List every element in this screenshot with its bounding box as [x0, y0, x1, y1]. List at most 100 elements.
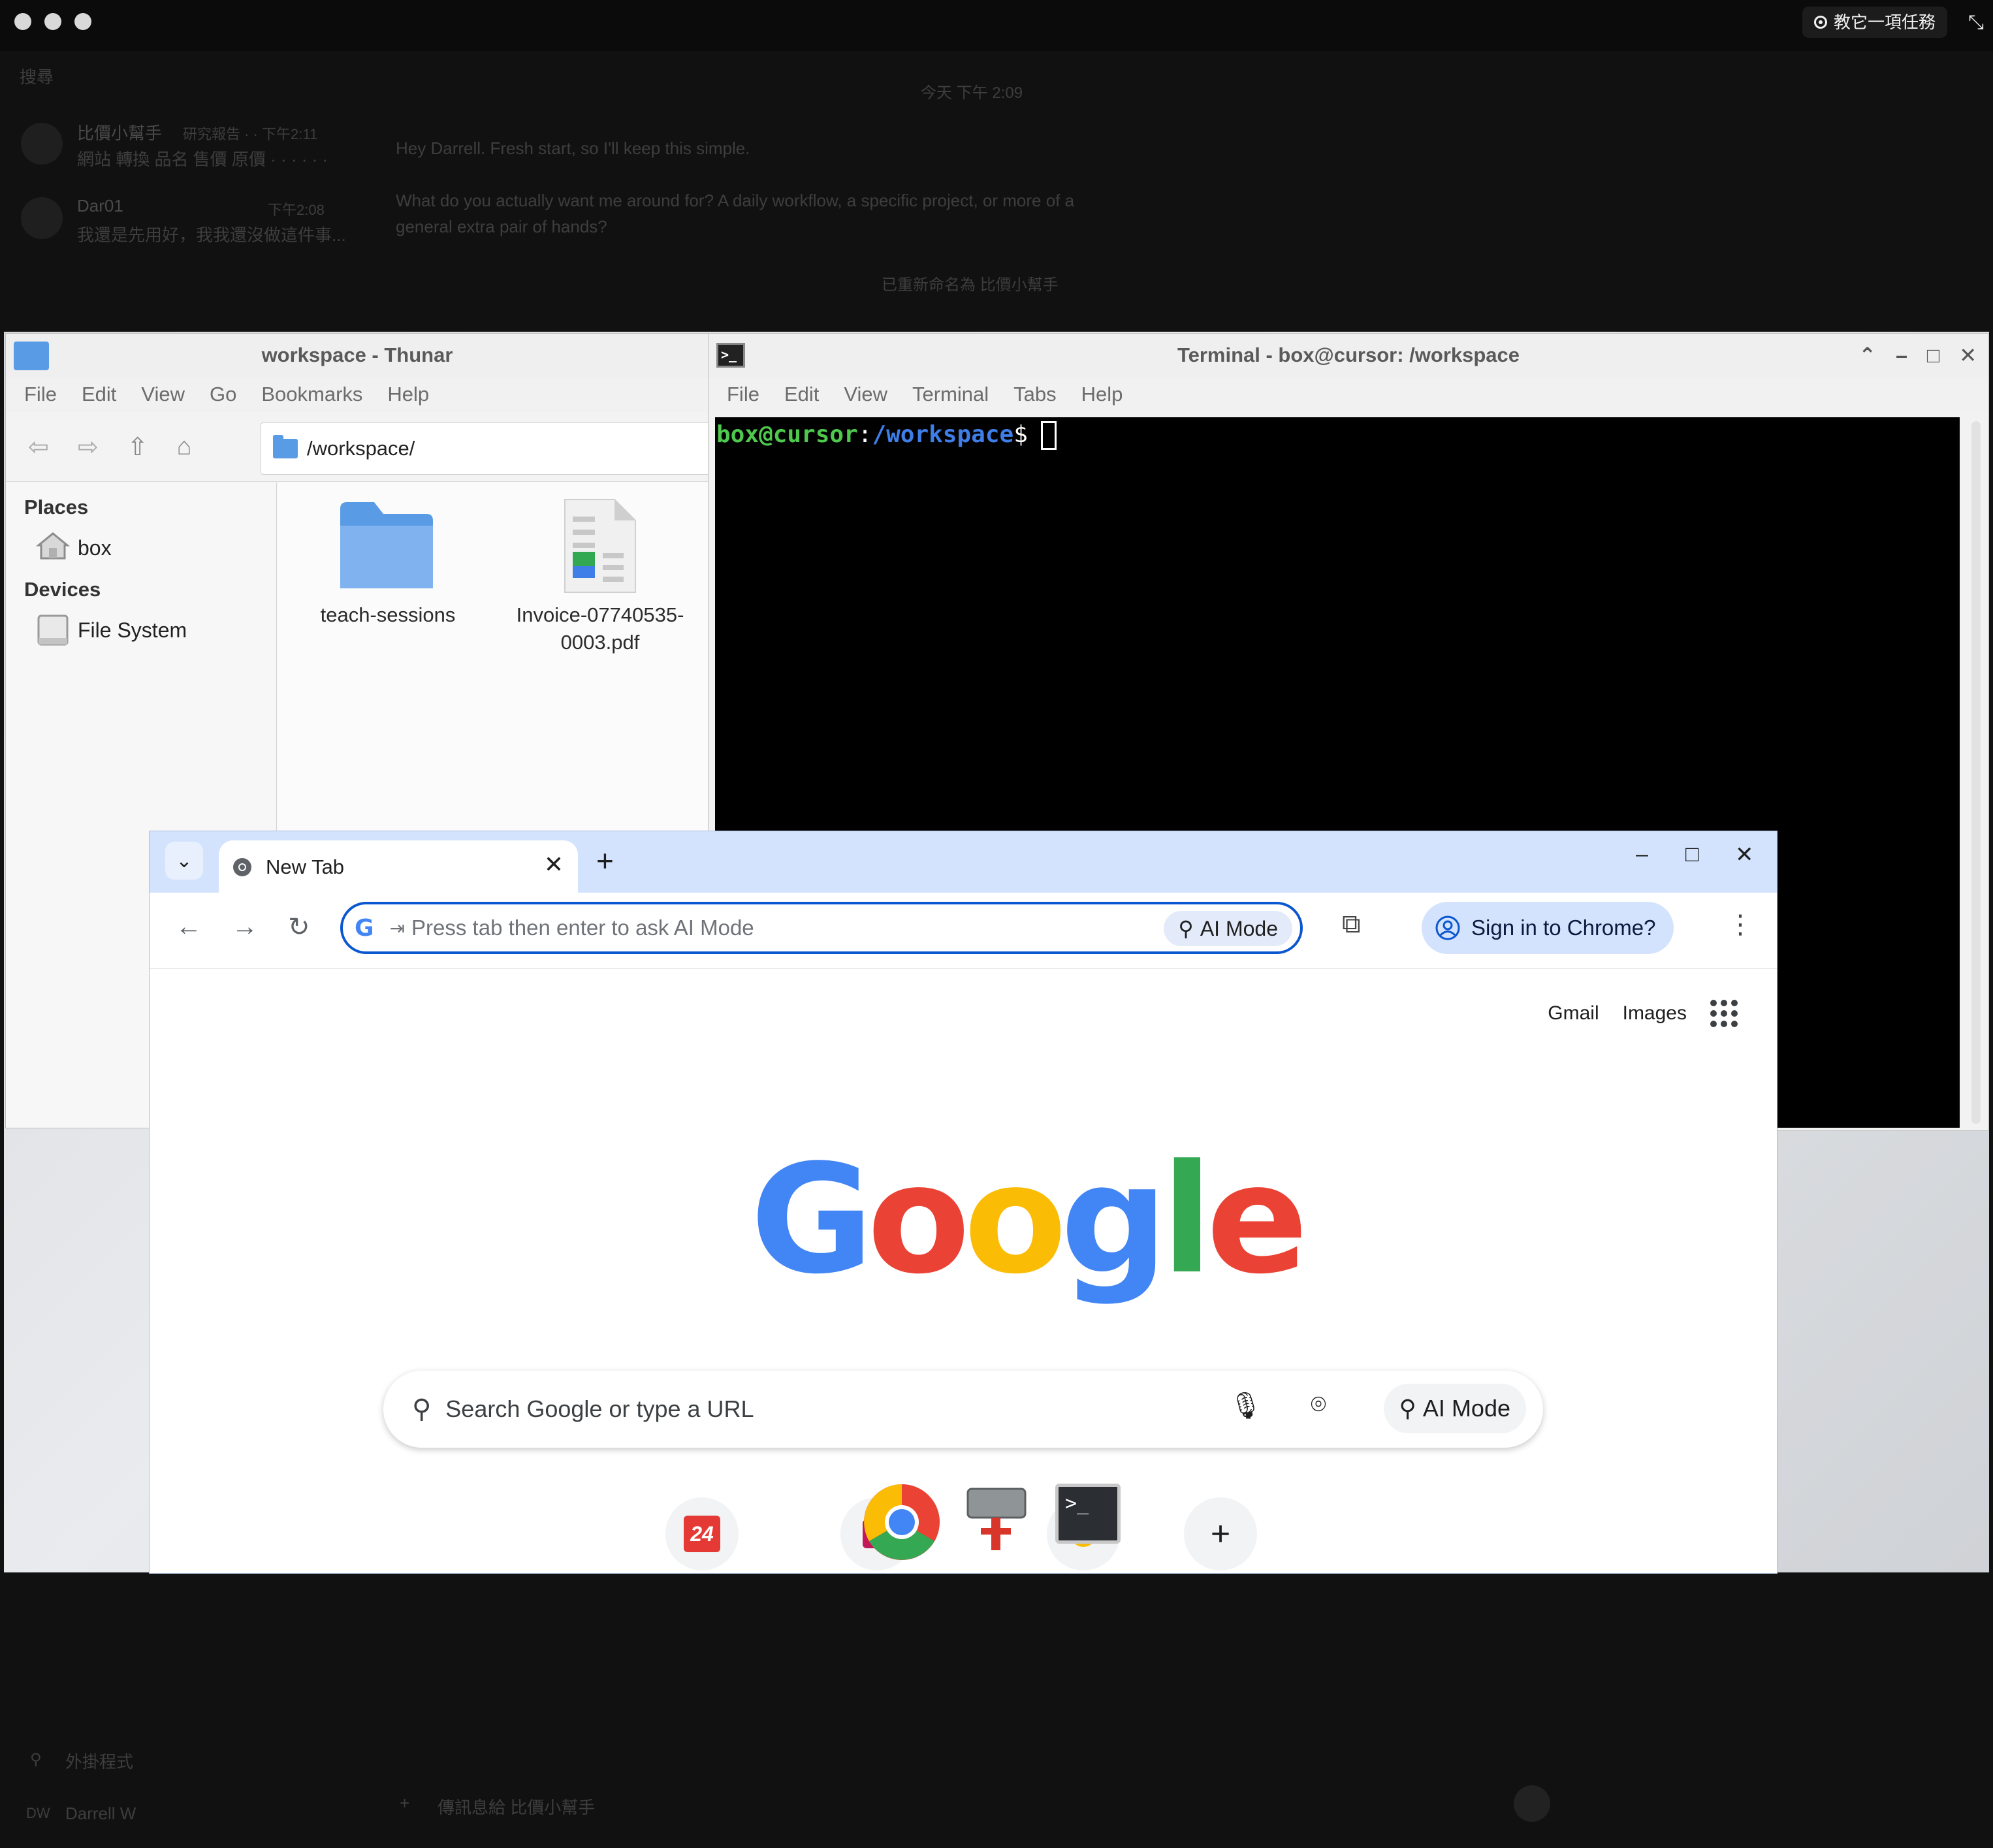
close-tab-icon[interactable]: ✕	[544, 851, 564, 878]
minimize-window-dot[interactable]	[44, 13, 61, 30]
terminal-title-bar[interactable]: >_ Terminal - box@cursor: /workspace ⌃ –…	[709, 334, 1988, 377]
file-label-invoice[interactable]: Invoice-07740535- 0003.pdf	[496, 601, 705, 656]
address-bar[interactable]: G ⇥ Press tab then enter to ask AI Mode …	[340, 902, 1303, 954]
prompt-user: box@cursor	[716, 421, 858, 448]
back-icon[interactable]: ←	[176, 912, 202, 942]
chat-preview: 我還是先用好，我我還沒做這件事...	[77, 225, 346, 245]
gmail-link[interactable]: Gmail	[1548, 1002, 1599, 1025]
menu-edit[interactable]: Edit	[82, 383, 116, 406]
forward-icon[interactable]: ⇨	[78, 432, 99, 462]
zoom-window-dot[interactable]	[74, 13, 91, 30]
menu-view[interactable]: View	[844, 383, 887, 406]
logo-letter: G	[750, 1133, 874, 1307]
avatar: DW	[26, 1805, 50, 1821]
menu-view[interactable]: View	[141, 383, 185, 406]
microphone-icon[interactable]: 🎙	[1229, 1390, 1262, 1421]
location-path: /workspace/	[307, 437, 415, 460]
chevron-down-icon: ⌄	[176, 850, 193, 872]
sidebar-item-file-system[interactable]: File System	[78, 618, 187, 643]
prompt-separator: :	[857, 421, 872, 448]
home-folder-icon	[35, 531, 71, 561]
ai-mode-chip[interactable]: ⚲ AI Mode	[1164, 911, 1292, 946]
google-search-box[interactable]: ⚲ Search Google or type a URL 🎙 ⌾ ⚲ AI M…	[383, 1371, 1543, 1448]
more-menu-icon[interactable]: ⋮	[1727, 910, 1753, 940]
menu-bookmarks[interactable]: Bookmarks	[261, 383, 362, 406]
tab-strip: ⌄ New Tab ✕ + – □ ✕	[150, 831, 1777, 894]
folder-icon[interactable]	[338, 497, 436, 595]
back-icon[interactable]: ⇦	[28, 432, 49, 462]
new-tab-button[interactable]: +	[596, 843, 614, 878]
add-shortcut-button[interactable]: +	[1184, 1497, 1257, 1570]
menu-help[interactable]: Help	[1081, 383, 1123, 406]
host-title-bar: 教它一項任務 ⤡	[0, 0, 1993, 51]
menu-edit[interactable]: Edit	[784, 383, 819, 406]
reload-icon[interactable]: ↻	[288, 912, 310, 942]
file-label-teach-sessions[interactable]: teach-sessions	[300, 601, 476, 629]
home-icon[interactable]: ⌂	[177, 433, 192, 461]
minimize-icon[interactable]: –	[1636, 842, 1648, 867]
shortcut-24-icon: 24	[684, 1516, 720, 1552]
maximize-icon[interactable]: □	[1685, 842, 1699, 867]
chrome-dock-icon[interactable]	[861, 1481, 943, 1563]
google-apps-icon[interactable]	[1710, 1000, 1738, 1027]
ai-mode-button[interactable]: ⚲ AI Mode	[1383, 1384, 1526, 1433]
close-icon[interactable]: ✕	[1735, 842, 1754, 868]
location-bar[interactable]: /workspace/	[261, 422, 709, 475]
tab-title: New Tab	[266, 855, 345, 878]
search-icon: ⚲	[412, 1395, 432, 1424]
tab-new-tab[interactable]: New Tab ✕	[219, 840, 578, 894]
logo-letter: g	[1060, 1133, 1168, 1307]
paint-dock-icon[interactable]	[965, 1486, 1028, 1554]
menu-tabs[interactable]: Tabs	[1013, 383, 1056, 406]
menu-terminal[interactable]: Terminal	[912, 383, 989, 406]
logo-letter: l	[1161, 1133, 1213, 1307]
chevron-up-icon[interactable]: ⌃	[1858, 343, 1876, 368]
date-separator: 今天 下午 2:09	[921, 84, 1023, 102]
scrollbar[interactable]	[1971, 421, 1981, 1124]
sidebar-item-box[interactable]: box	[78, 536, 112, 560]
logo-letter: o	[867, 1133, 970, 1307]
account-icon	[1435, 916, 1460, 940]
pdf-document-icon[interactable]	[561, 497, 639, 595]
ai-search-icon: ⚲	[1178, 917, 1194, 940]
search-label[interactable]: 搜尋	[20, 64, 54, 88]
close-icon[interactable]: ✕	[1959, 343, 1977, 368]
teach-task-button[interactable]: 教它一項任務	[1802, 7, 1947, 38]
text-cursor	[1040, 421, 1057, 450]
tab-search-button[interactable]: ⌄	[165, 842, 203, 880]
terminal-dock-icon[interactable]: >_	[1055, 1484, 1124, 1549]
places-heading: Places	[24, 496, 89, 518]
parent-folder-icon[interactable]: ⇧	[127, 432, 148, 462]
collapse-icon[interactable]: ⤡	[1968, 12, 1984, 34]
images-link[interactable]: Images	[1623, 1002, 1687, 1025]
chat-meta: 研究報告 · · 下午2:11	[183, 126, 318, 142]
chrome-icon	[233, 858, 251, 876]
message-text: Hey Darrell. Fresh start, so I'll keep t…	[396, 138, 750, 158]
menu-go[interactable]: Go	[210, 383, 236, 406]
menu-file[interactable]: File	[24, 383, 57, 406]
close-window-dot[interactable]	[14, 13, 31, 30]
menu-file[interactable]: File	[727, 383, 759, 406]
thunar-title-bar[interactable]: workspace - Thunar	[6, 334, 709, 377]
camera-lens-icon[interactable]: ⌾	[1311, 1390, 1326, 1420]
menu-help[interactable]: Help	[387, 383, 429, 406]
chat-name[interactable]: Dar01	[77, 196, 123, 216]
extensions-puzzle-icon[interactable]: ⧉	[1342, 910, 1361, 939]
record-icon	[1813, 16, 1827, 29]
plugin-icon: ⚲	[30, 1751, 42, 1768]
google-logo: Google	[750, 1145, 1308, 1296]
microphone-icon[interactable]	[1514, 1785, 1550, 1822]
google-g-icon: G	[355, 914, 374, 942]
shortcut-tile[interactable]: 24	[665, 1497, 739, 1570]
sign-in-button[interactable]: Sign in to Chrome?	[1422, 902, 1674, 954]
plugins-link[interactable]: 外掛程式	[65, 1749, 133, 1773]
devices-heading: Devices	[24, 578, 101, 601]
plus-icon[interactable]: +	[400, 1793, 409, 1813]
minimize-icon[interactable]: –	[1896, 343, 1907, 368]
composer-input[interactable]: 傳訊息給 比價小幫手	[438, 1794, 595, 1819]
maximize-icon[interactable]: □	[1927, 343, 1939, 368]
chat-name[interactable]: 比價小幫手	[77, 120, 162, 144]
chrome-toolbar: ← → ↻ G ⇥ Press tab then enter to ask AI…	[150, 893, 1777, 969]
user-name[interactable]: Darrell W	[65, 1804, 136, 1824]
forward-icon[interactable]: →	[232, 912, 258, 942]
